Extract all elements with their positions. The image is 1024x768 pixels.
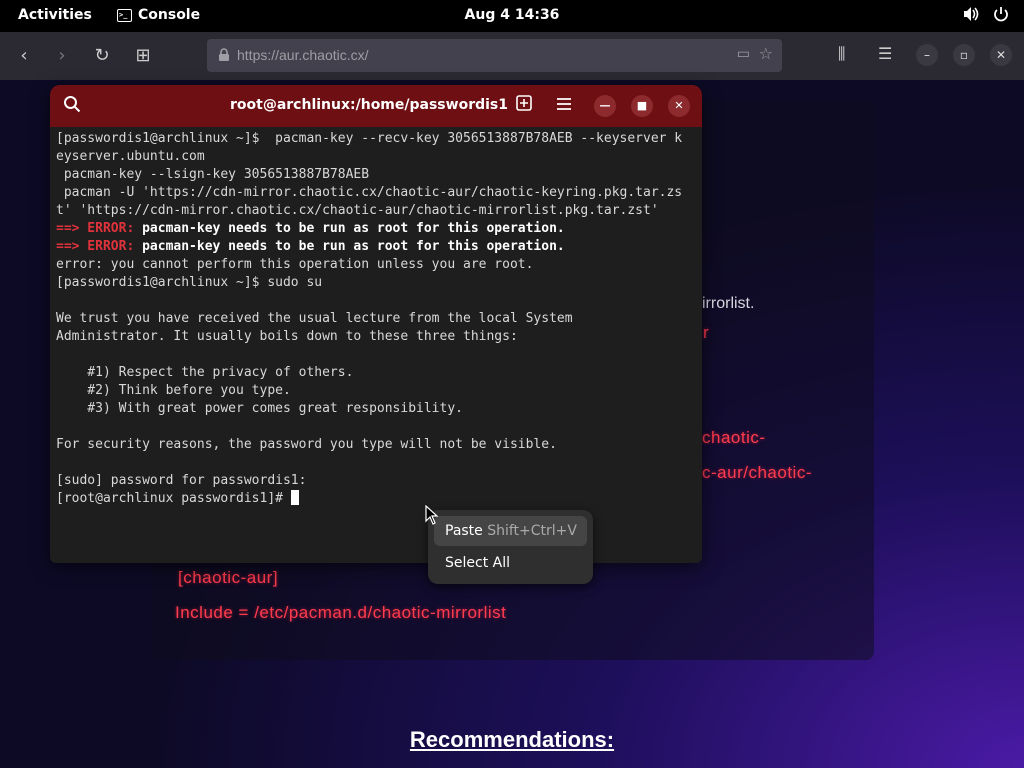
close-icon[interactable]: ✕ — [668, 95, 690, 117]
text-cursor — [290, 490, 299, 505]
terminal-line: For security reasons, the password you t… — [56, 436, 702, 454]
terminal-text: #2) Think before you type. — [56, 383, 291, 398]
terminal-text: We trust you have received the usual lec… — [56, 311, 573, 326]
terminal-line: #3) With great power comes great respons… — [56, 400, 702, 418]
terminal-line: [sudo] password for passwordis1: — [56, 472, 702, 490]
terminal-text: #1) Respect the privacy of others. — [56, 365, 354, 380]
terminal-text: [passwordis1@archlinux ~]$ sudo su — [56, 275, 323, 290]
terminal-line: pacman -U 'https://cdn-mirror.chaotic.cx… — [56, 184, 702, 202]
console-title: root@archlinux:/home/passwordis1 — [230, 97, 508, 113]
lock-icon[interactable] — [218, 48, 230, 66]
terminal-text: #3) With great power comes great respons… — [56, 401, 463, 416]
paste-shortcut: Shift+Ctrl+V — [487, 523, 577, 539]
reader-view-icon[interactable]: ▭ — [737, 46, 750, 62]
terminal-line: #1) Respect the privacy of others. — [56, 364, 702, 382]
terminal-line: [root@archlinux passwordis1]# — [56, 490, 702, 508]
star-icon[interactable]: ☆ — [759, 44, 773, 63]
forward-icon[interactable]: › — [50, 44, 74, 68]
error-tag: ==> ERROR: — [56, 239, 143, 254]
page-text-fragment: r — [703, 323, 710, 342]
select-all-menu-item[interactable]: Select All — [434, 548, 587, 578]
browser-minimize-button[interactable]: – — [916, 44, 938, 66]
terminal-line: ==> ERROR: pacman-key needs to be run as… — [56, 220, 702, 238]
terminal-line: t' 'https://cdn-mirror.chaotic.cx/chaoti… — [56, 202, 702, 220]
recommendations-heading: Recommendations: — [409, 727, 615, 752]
browser-close-button[interactable]: ✕ — [990, 44, 1012, 66]
terminal-text: error: you cannot perform this operation… — [56, 257, 534, 272]
library-icon[interactable]: ⫼ — [838, 44, 845, 64]
context-menu: Paste Shift+Ctrl+V Select All — [428, 510, 593, 584]
page-text-fragment: chaotic- — [702, 428, 766, 447]
app-name: Console — [138, 7, 201, 23]
terminal-line: ==> ERROR: pacman-key needs to be run as… — [56, 238, 702, 256]
paste-label: Paste — [445, 523, 483, 539]
console-header-bar[interactable]: root@archlinux:/home/passwordis1 — ■ ✕ — [50, 85, 702, 127]
terminal-line: #2) Think before you type. — [56, 382, 702, 400]
power-icon — [994, 7, 1008, 22]
terminal-line: Administrator. It usually boils down to … — [56, 328, 702, 346]
volume-icon — [964, 7, 979, 21]
terminal-text: For security reasons, the password you t… — [56, 437, 557, 452]
page-text-fragment: c-aur/chaotic- — [702, 463, 812, 482]
error-message: pacman-key needs to be run as root for t… — [142, 239, 565, 254]
system-menu[interactable] — [962, 5, 1010, 23]
page-code-line: Include = /etc/pacman.d/chaotic-mirrorli… — [175, 603, 507, 622]
terminal-icon: >_ — [117, 8, 132, 22]
reload-icon[interactable]: ↻ — [90, 44, 114, 68]
terminal-line: eyserver.ubuntu.com — [56, 148, 702, 166]
terminal-text: eyserver.ubuntu.com — [56, 149, 205, 164]
url-text[interactable]: https://aur.chaotic.cx/ — [237, 47, 369, 63]
page-code-line: [chaotic-aur] — [178, 568, 279, 587]
error-message: pacman-key needs to be run as root for t… — [142, 221, 565, 236]
terminal-line: error: you cannot perform this operation… — [56, 256, 702, 274]
select-all-label: Select All — [445, 555, 510, 571]
terminal-line: [passwordis1@archlinux ~]$ sudo su — [56, 274, 702, 292]
back-icon[interactable]: ‹ — [12, 44, 36, 68]
terminal-text: Administrator. It usually boils down to … — [56, 329, 518, 344]
terminal-text: t' 'https://cdn-mirror.chaotic.cx/chaoti… — [56, 203, 659, 218]
minimize-icon[interactable]: — — [594, 95, 616, 117]
maximize-icon[interactable]: ■ — [631, 95, 653, 117]
terminal-line: We trust you have received the usual lec… — [56, 310, 702, 328]
hamburger-menu-icon[interactable] — [553, 95, 575, 117]
menu-icon[interactable]: ☰ — [878, 44, 892, 63]
browser-maximize-button[interactable]: ▫ — [953, 44, 975, 66]
paste-menu-item[interactable]: Paste Shift+Ctrl+V — [434, 516, 587, 546]
terminal-text: [passwordis1@archlinux ~]$ pacman-key --… — [56, 131, 683, 146]
console-window[interactable]: root@archlinux:/home/passwordis1 — ■ ✕ [… — [50, 85, 702, 563]
new-tab-icon[interactable]: ⊞ — [131, 44, 155, 68]
terminal-line: pacman-key --lsign-key 3056513887B78AEB — [56, 166, 702, 184]
terminal-output[interactable]: [passwordis1@archlinux ~]$ pacman-key --… — [56, 130, 702, 508]
new-tab-icon[interactable] — [513, 95, 535, 117]
mouse-pointer-icon — [425, 505, 439, 525]
shell-prompt: [root@archlinux passwordis1]# — [56, 491, 291, 506]
url-bar[interactable]: https://aur.chaotic.cx/ ▭ ☆ — [207, 39, 782, 72]
terminal-text: pacman-key --lsign-key 3056513887B78AEB — [56, 167, 370, 182]
error-tag: ==> ERROR: — [56, 221, 143, 236]
page-text-fragment: irrorlist. — [702, 295, 755, 312]
app-menu-button[interactable]: >_ Console — [117, 7, 200, 23]
terminal-line: [passwordis1@archlinux ~]$ pacman-key --… — [56, 130, 702, 148]
activities-button[interactable]: Activities — [18, 7, 92, 23]
terminal-text: [sudo] password for passwordis1: — [56, 473, 307, 488]
gnome-top-bar: Activities >_ Console Aug 4 14:36 — [0, 0, 1024, 32]
terminal-text: pacman -U 'https://cdn-mirror.chaotic.cx… — [56, 185, 683, 200]
